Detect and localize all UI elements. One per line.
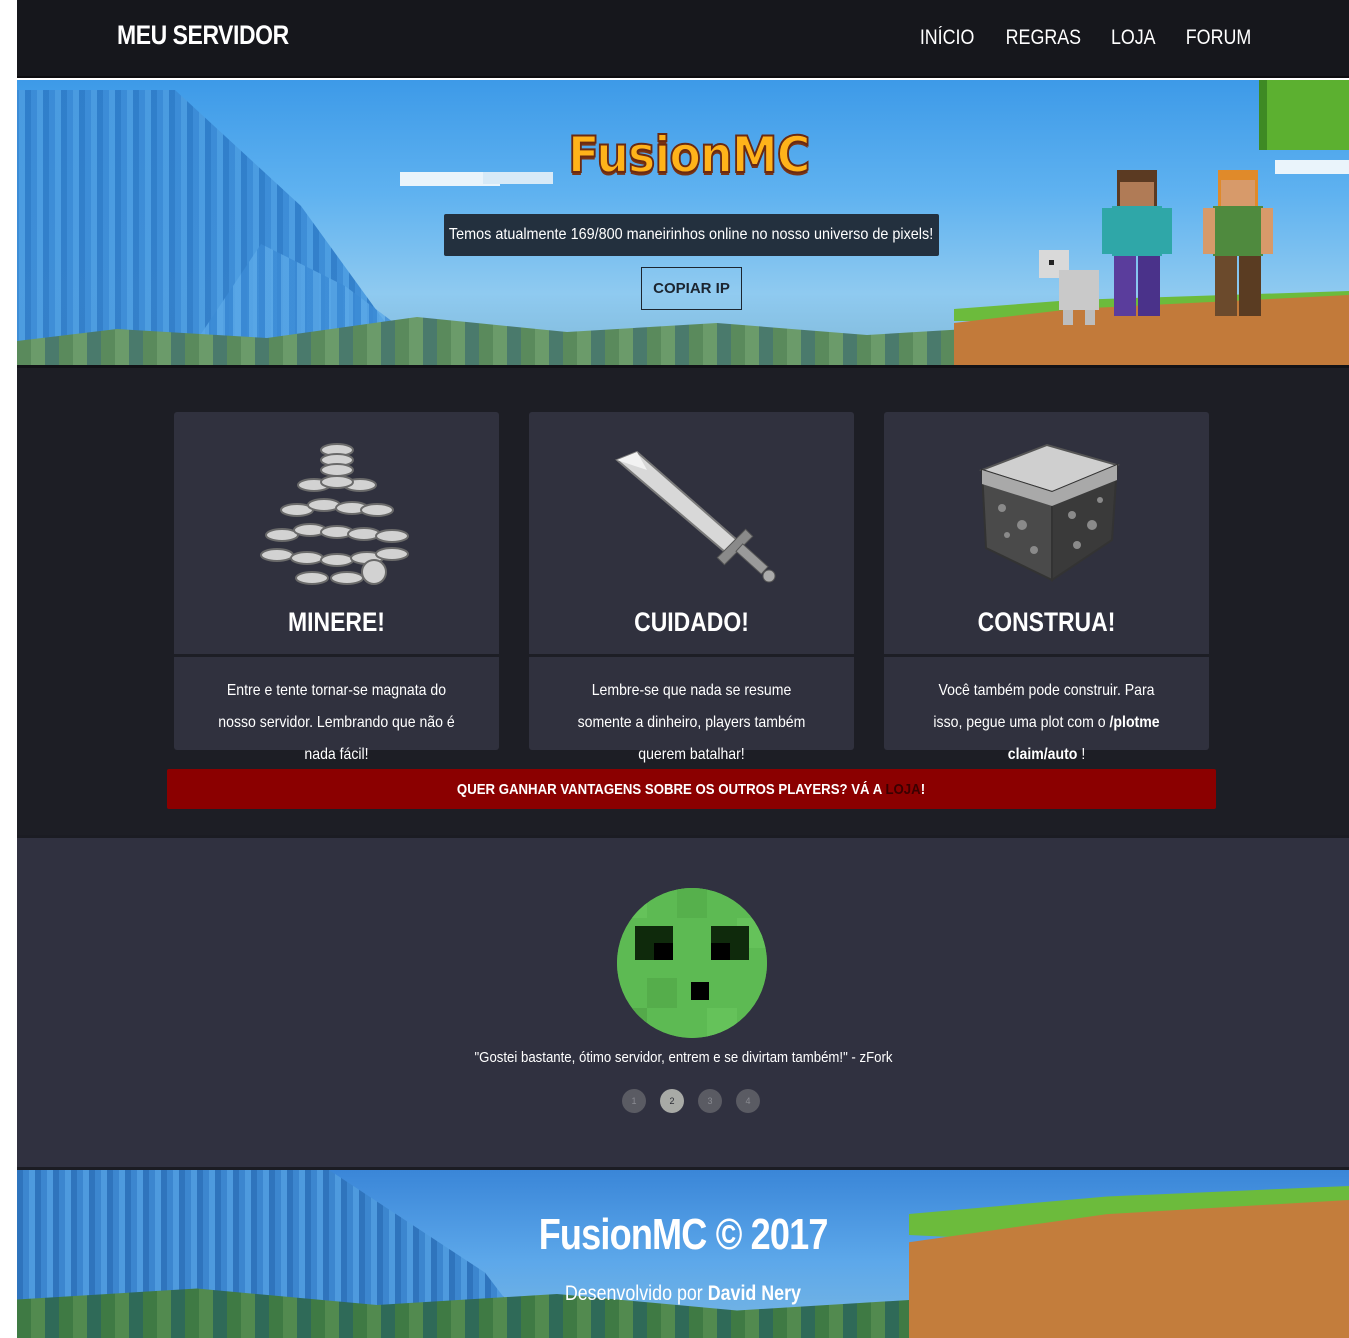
fusionmc-logo: FusionMC — [567, 125, 811, 185]
store-link[interactable]: LOJA — [886, 781, 921, 798]
feature-card-header: CONSTRUA! — [884, 412, 1209, 657]
feature-card-construa: CONSTRUA! Você também pode construir. Pa… — [884, 412, 1209, 763]
feature-title: MINERE! — [288, 607, 385, 637]
online-players-banner: Temos atualmente 169/800 maneirinhos onl… — [444, 214, 939, 256]
feature-card-header: CUIDADO! — [529, 412, 854, 657]
testimonials-section: "Gostei bastante, ótimo servidor, entrem… — [17, 835, 1349, 1167]
pagination-dot-4[interactable]: 4 — [736, 1089, 760, 1113]
pagination-dot-1[interactable]: 1 — [622, 1089, 646, 1113]
features-section: MINERE! Entre e tente tornar-se magnata … — [17, 365, 1349, 835]
store-promo-banner: QUER GANHAR VANTAGENS SOBRE OS OUTROS PL… — [167, 769, 1216, 809]
pagination-dot-3[interactable]: 3 — [698, 1089, 722, 1113]
feature-card-cuidado: CUIDADO! Lembre-se que nada se resume so… — [529, 412, 854, 763]
page: MEU SERVIDOR INÍCIO REGRAS LOJA FORUM Fu… — [17, 0, 1349, 1338]
coins-icon — [259, 443, 409, 585]
hero-banner: FusionMC Temos atualmente 169/800 maneir… — [17, 80, 1349, 365]
feature-title: CUIDADO! — [634, 607, 749, 637]
grass-block-icon — [978, 443, 1120, 582]
online-players-text: Temos atualmente 169/800 maneirinhos onl… — [449, 226, 934, 243]
sword-icon — [614, 450, 775, 583]
slime-icon — [617, 888, 767, 1038]
pagination-dot-2[interactable]: 2 — [660, 1089, 684, 1113]
feature-card-minere: MINERE! Entre e tente tornar-se magnata … — [174, 412, 499, 763]
hero-grass-block — [1259, 80, 1349, 150]
nav-item-forum[interactable]: FORUM — [1186, 26, 1251, 50]
main-nav: INÍCIO REGRAS LOJA FORUM — [915, 26, 1257, 50]
steve-character-icon — [1102, 170, 1172, 316]
hero-cloud — [1275, 160, 1349, 174]
feature-description: Entre e tente tornar-se magnata do nosso… — [218, 682, 455, 763]
testimonial-pagination: 1 2 3 4 — [622, 1089, 760, 1113]
feature-description: Lembre-se que nada se resume somente a d… — [577, 682, 806, 763]
footer-credit: Desenvolvido por David Nery — [564, 1282, 802, 1305]
copy-ip-button[interactable]: COPIAR IP — [641, 267, 742, 310]
feature-description: Você também pode construir. Para isso, p… — [933, 682, 1160, 763]
footer: FusionMC © 2017 Desenvolvido por David N… — [17, 1167, 1349, 1338]
footer-title: FusionMC © 2017 — [538, 1210, 829, 1259]
nav-item-loja[interactable]: LOJA — [1111, 26, 1156, 50]
author-name: David Nery — [707, 1282, 802, 1305]
wolf-icon — [1039, 250, 1099, 325]
feature-card-header: MINERE! — [174, 412, 499, 657]
nav-item-regras[interactable]: REGRAS — [1005, 26, 1080, 50]
alex-character-icon — [1203, 170, 1273, 316]
testimonial-quote: "Gostei bastante, ótimo servidor, entrem… — [473, 1049, 892, 1066]
top-navbar: MEU SERVIDOR INÍCIO REGRAS LOJA FORUM — [17, 0, 1349, 78]
feature-title: CONSTRUA! — [977, 607, 1116, 637]
brand-logo-text[interactable]: MEU SERVIDOR — [117, 20, 289, 51]
nav-item-inicio[interactable]: INÍCIO — [919, 26, 974, 50]
hero-cloud — [483, 172, 553, 184]
